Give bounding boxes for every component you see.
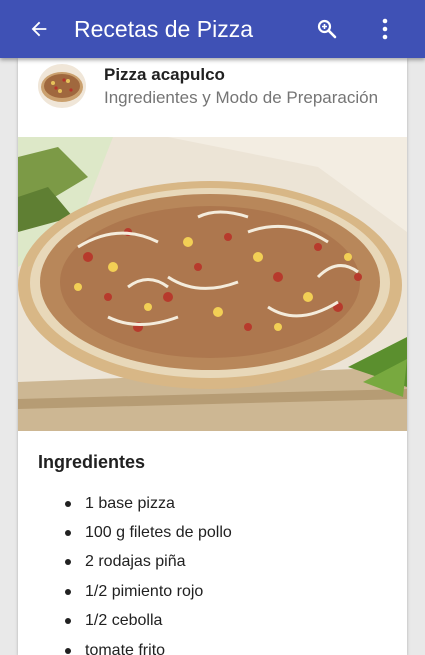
ingredients-title: Ingredientes (38, 452, 146, 472)
recipe-header[interactable]: Pizza acapulco Ingredientes y Modo de Pr… (18, 58, 407, 137)
recipe-card: Pizza acapulco Ingredientes y Modo de Pr… (18, 58, 407, 655)
more-vert-icon (382, 18, 388, 40)
list-item: 1 base pizza (38, 489, 232, 518)
bullet-icon (65, 559, 71, 566)
recipe-avatar (38, 64, 86, 108)
list-item: tomate frito (38, 636, 232, 655)
app-bar: Recetas de Pizza (0, 0, 425, 58)
pizza-photo (18, 137, 407, 431)
arrow-back-icon (31, 21, 47, 37)
recipe-name: Pizza acapulco (104, 65, 225, 84)
bullet-icon (65, 618, 71, 625)
bullet-icon (65, 500, 71, 507)
list-item: 2 rodajas piña (38, 548, 232, 577)
bullet-icon (65, 647, 71, 654)
search-button[interactable] (307, 0, 347, 58)
bullet-icon (65, 530, 71, 537)
bullet-icon (65, 588, 71, 595)
list-item: 1/2 pimiento rojo (38, 577, 232, 606)
list-item: 1/2 cebolla (38, 607, 232, 636)
search-zoom-icon (317, 19, 337, 39)
app-title: Recetas de Pizza (74, 15, 253, 42)
recipe-subtitle: Ingredientes y Modo de Preparación (104, 88, 379, 107)
more-options-button[interactable] (365, 0, 405, 58)
ingredients-list: 1 base pizza 100 g filetes de pollo 2 ro… (38, 489, 232, 655)
back-button[interactable] (10, 0, 68, 58)
list-item: 100 g filetes de pollo (38, 518, 232, 547)
